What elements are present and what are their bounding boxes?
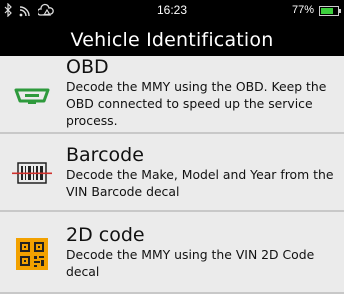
option-obd[interactable]: OBD Decode the MMY using the OBD. Keep t… bbox=[0, 56, 344, 134]
title-bar: Vehicle Identification bbox=[0, 22, 344, 56]
page-title: Vehicle Identification bbox=[70, 29, 274, 51]
battery-icon bbox=[319, 6, 341, 16]
obd-connector-icon bbox=[12, 84, 52, 114]
identification-options-list: OBD Decode the MMY using the OBD. Keep t… bbox=[0, 56, 344, 294]
qr-code-icon bbox=[12, 238, 52, 270]
option-2d-code-text: 2D code Decode the MMY using the VIN 2D … bbox=[66, 224, 336, 280]
option-obd-text: OBD Decode the MMY using the OBD. Keep t… bbox=[66, 56, 336, 129]
option-barcode[interactable]: Barcode Decode the Make, Model and Year … bbox=[0, 134, 344, 212]
option-2d-code[interactable]: 2D code Decode the MMY using the VIN 2D … bbox=[0, 212, 344, 294]
battery-percent: 77% bbox=[291, 4, 314, 16]
option-barcode-title: Barcode bbox=[66, 144, 144, 166]
option-obd-description: Decode the MMY using the OBD. Keep the O… bbox=[66, 79, 327, 128]
battery-fill bbox=[321, 8, 334, 14]
option-2d-code-description: Decode the MMY using the VIN 2D Code dec… bbox=[66, 247, 315, 279]
status-bar: 16:23 77% bbox=[0, 0, 344, 22]
option-obd-title: OBD bbox=[66, 56, 109, 78]
barcode-icon bbox=[12, 158, 52, 188]
option-barcode-description: Decode the Make, Model and Year from the… bbox=[66, 167, 334, 199]
option-2d-code-title: 2D code bbox=[66, 224, 145, 246]
option-barcode-text: Barcode Decode the Make, Model and Year … bbox=[66, 144, 336, 200]
